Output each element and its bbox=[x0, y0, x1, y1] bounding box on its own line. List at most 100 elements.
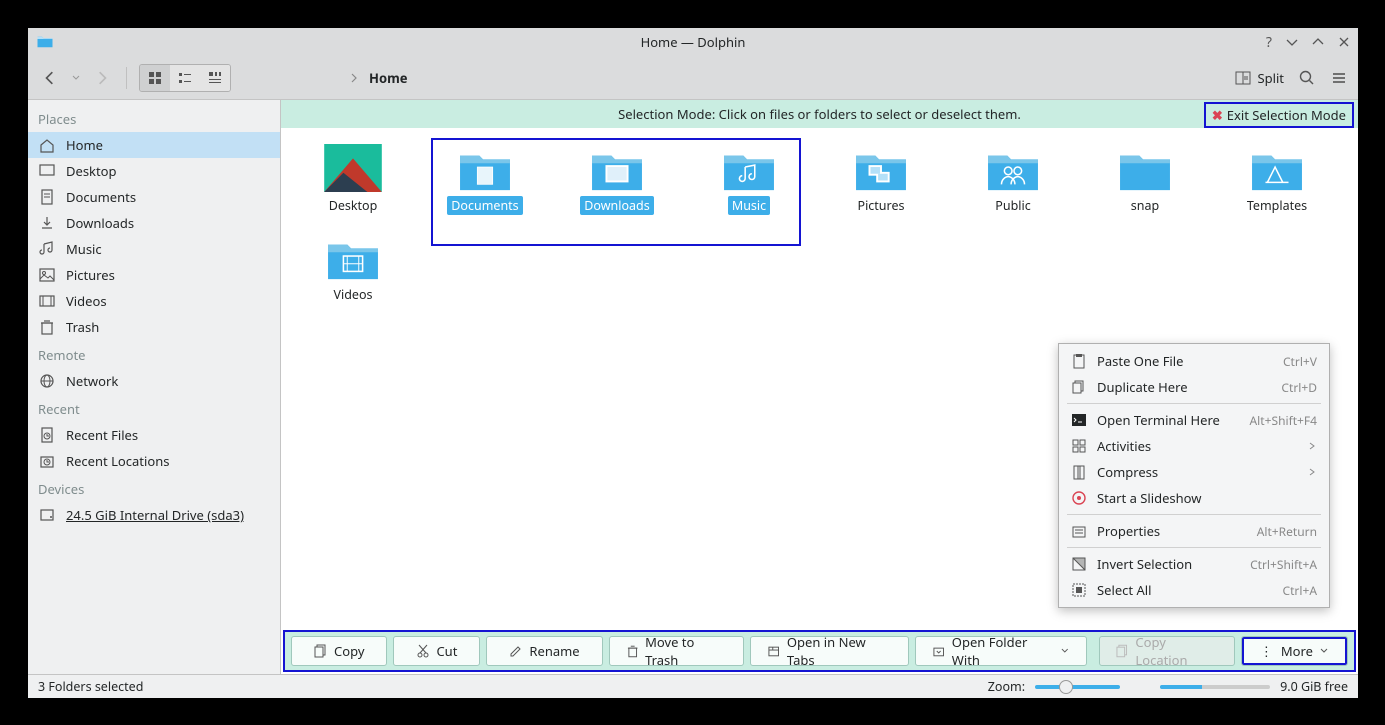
properties-icon bbox=[1071, 523, 1087, 539]
hamburger-menu-button[interactable] bbox=[1330, 69, 1348, 87]
file-label: Videos bbox=[329, 285, 376, 304]
sidebar-item-recent-locations[interactable]: Recent Locations bbox=[28, 448, 280, 474]
sidebar-item-home[interactable]: Home bbox=[28, 132, 280, 158]
menu-item-start-a-slideshow[interactable]: Start a Slideshow bbox=[1059, 485, 1329, 511]
file-label: Pictures bbox=[854, 196, 909, 215]
sidebar-item-trash[interactable]: Trash bbox=[28, 314, 280, 340]
file-item-desktop[interactable]: Desktop bbox=[305, 144, 401, 215]
videos-icon bbox=[38, 292, 56, 310]
menu-item-open-terminal-here[interactable]: Open Terminal HereAlt+Shift+F4 bbox=[1059, 407, 1329, 433]
file-item-public[interactable]: Public bbox=[965, 144, 1061, 215]
sidebar-item-label: Music bbox=[66, 240, 102, 258]
folder-icon bbox=[984, 144, 1042, 192]
main-view: Selection Mode: Click on files or folder… bbox=[281, 100, 1358, 674]
menu-item-properties[interactable]: PropertiesAlt+Return bbox=[1059, 518, 1329, 544]
sidebar-item-network[interactable]: Network bbox=[28, 368, 280, 394]
back-button[interactable] bbox=[38, 62, 62, 94]
desktop-icon bbox=[38, 162, 56, 180]
file-item-downloads[interactable]: Downloads bbox=[569, 144, 665, 215]
back-dropdown[interactable] bbox=[64, 62, 88, 94]
documents-icon bbox=[38, 188, 56, 206]
sidebar-item-desktop[interactable]: Desktop bbox=[28, 158, 280, 184]
file-label: snap bbox=[1127, 196, 1163, 215]
breadcrumb[interactable]: Home bbox=[349, 69, 408, 87]
zoom-slider[interactable] bbox=[1035, 685, 1120, 689]
folder-icon bbox=[1248, 144, 1306, 192]
sidebar-header: Places bbox=[28, 104, 280, 132]
music-icon bbox=[38, 240, 56, 258]
file-item-documents[interactable]: Documents bbox=[437, 144, 533, 215]
menu-item-label: Invert Selection bbox=[1097, 555, 1240, 573]
search-button[interactable] bbox=[1298, 69, 1316, 87]
selection-banner: Selection Mode: Click on files or folder… bbox=[281, 100, 1358, 128]
menu-item-label: Select All bbox=[1097, 581, 1272, 599]
file-label: Downloads bbox=[580, 196, 653, 215]
close-button[interactable] bbox=[1338, 36, 1350, 48]
open-in-new-tabs-button[interactable]: Open in New Tabs bbox=[750, 636, 909, 666]
sidebar-item-music[interactable]: Music bbox=[28, 236, 280, 262]
file-label: Public bbox=[991, 196, 1034, 215]
rename-button[interactable]: Rename bbox=[486, 636, 602, 666]
app-icon bbox=[36, 33, 54, 51]
file-label: Desktop bbox=[325, 196, 382, 215]
menu-item-label: Activities bbox=[1097, 437, 1297, 455]
sidebar-item-documents[interactable]: Documents bbox=[28, 184, 280, 210]
forward-button[interactable] bbox=[90, 62, 114, 94]
invert-icon bbox=[1071, 556, 1087, 572]
file-item-pictures[interactable]: Pictures bbox=[833, 144, 929, 215]
free-space-label: 9.0 GiB free bbox=[1280, 678, 1348, 695]
sidebar-item-videos[interactable]: Videos bbox=[28, 288, 280, 314]
sidebar-header: Recent bbox=[28, 394, 280, 422]
compact-view-button[interactable] bbox=[170, 65, 200, 91]
zoom-label: Zoom: bbox=[988, 678, 1025, 695]
open-folder-with-button[interactable]: Open Folder With bbox=[915, 636, 1087, 666]
copy-location-button: Copy Location bbox=[1099, 636, 1235, 666]
chevron-right-icon bbox=[1307, 441, 1317, 451]
menu-item-select-all[interactable]: Select AllCtrl+A bbox=[1059, 577, 1329, 603]
menu-item-duplicate-here[interactable]: Duplicate HereCtrl+D bbox=[1059, 374, 1329, 400]
terminal-icon bbox=[1071, 412, 1087, 428]
exit-selection-button[interactable]: ✖ Exit Selection Mode bbox=[1204, 102, 1354, 128]
sidebar-header: Remote bbox=[28, 340, 280, 368]
menu-shortcut: Alt+Shift+F4 bbox=[1250, 412, 1317, 429]
more-button[interactable]: ⋮More bbox=[1241, 636, 1348, 666]
split-button[interactable]: Split bbox=[1235, 69, 1284, 87]
recent-locations-icon bbox=[38, 452, 56, 470]
file-item-templates[interactable]: Templates bbox=[1229, 144, 1325, 215]
sidebar-item-24-5-gib-internal-drive-sda3-[interactable]: 24.5 GiB Internal Drive (sda3) bbox=[28, 502, 280, 528]
status-bar: 3 Folders selected Zoom: 9.0 GiB free bbox=[28, 674, 1358, 698]
menu-shortcut: Ctrl+D bbox=[1281, 379, 1317, 396]
status-text: 3 Folders selected bbox=[38, 678, 143, 695]
menu-item-compress[interactable]: Compress bbox=[1059, 459, 1329, 485]
maximize-button[interactable] bbox=[1312, 36, 1324, 48]
menu-item-paste-one-file[interactable]: Paste One FileCtrl+V bbox=[1059, 348, 1329, 374]
help-button[interactable]: ? bbox=[1266, 33, 1272, 52]
menu-shortcut: Ctrl+V bbox=[1283, 353, 1317, 370]
details-view-button[interactable] bbox=[200, 65, 230, 91]
file-item-music[interactable]: Music bbox=[701, 144, 797, 215]
sidebar-item-label: Network bbox=[66, 372, 118, 390]
close-icon: ✖ bbox=[1212, 106, 1223, 124]
menu-item-invert-selection[interactable]: Invert SelectionCtrl+Shift+A bbox=[1059, 551, 1329, 577]
paste-icon bbox=[1071, 353, 1087, 369]
activities-icon bbox=[1071, 438, 1087, 454]
sidebar-item-recent-files[interactable]: Recent Files bbox=[28, 422, 280, 448]
menu-item-activities[interactable]: Activities bbox=[1059, 433, 1329, 459]
titlebar: Home — Dolphin ? bbox=[28, 28, 1358, 56]
sidebar-item-pictures[interactable]: Pictures bbox=[28, 262, 280, 288]
pictures-icon bbox=[38, 266, 56, 284]
cut-button[interactable]: Cut bbox=[393, 636, 480, 666]
sidebar-header: Devices bbox=[28, 474, 280, 502]
sidebar-item-label: Pictures bbox=[66, 266, 115, 284]
file-item-snap[interactable]: snap bbox=[1097, 144, 1193, 215]
sidebar-item-downloads[interactable]: Downloads bbox=[28, 210, 280, 236]
file-item-videos[interactable]: Videos bbox=[305, 233, 401, 304]
menu-shortcut: Alt+Return bbox=[1257, 523, 1317, 540]
sidebar-item-label: 24.5 GiB Internal Drive (sda3) bbox=[66, 506, 244, 524]
icons-view-button[interactable] bbox=[140, 65, 170, 91]
minimize-button[interactable] bbox=[1286, 36, 1298, 48]
move-to-trash-button[interactable]: Move to Trash bbox=[609, 636, 745, 666]
copy-button[interactable]: Copy bbox=[291, 636, 387, 666]
breadcrumb-home[interactable]: Home bbox=[369, 69, 408, 87]
sidebar-item-label: Documents bbox=[66, 188, 136, 206]
